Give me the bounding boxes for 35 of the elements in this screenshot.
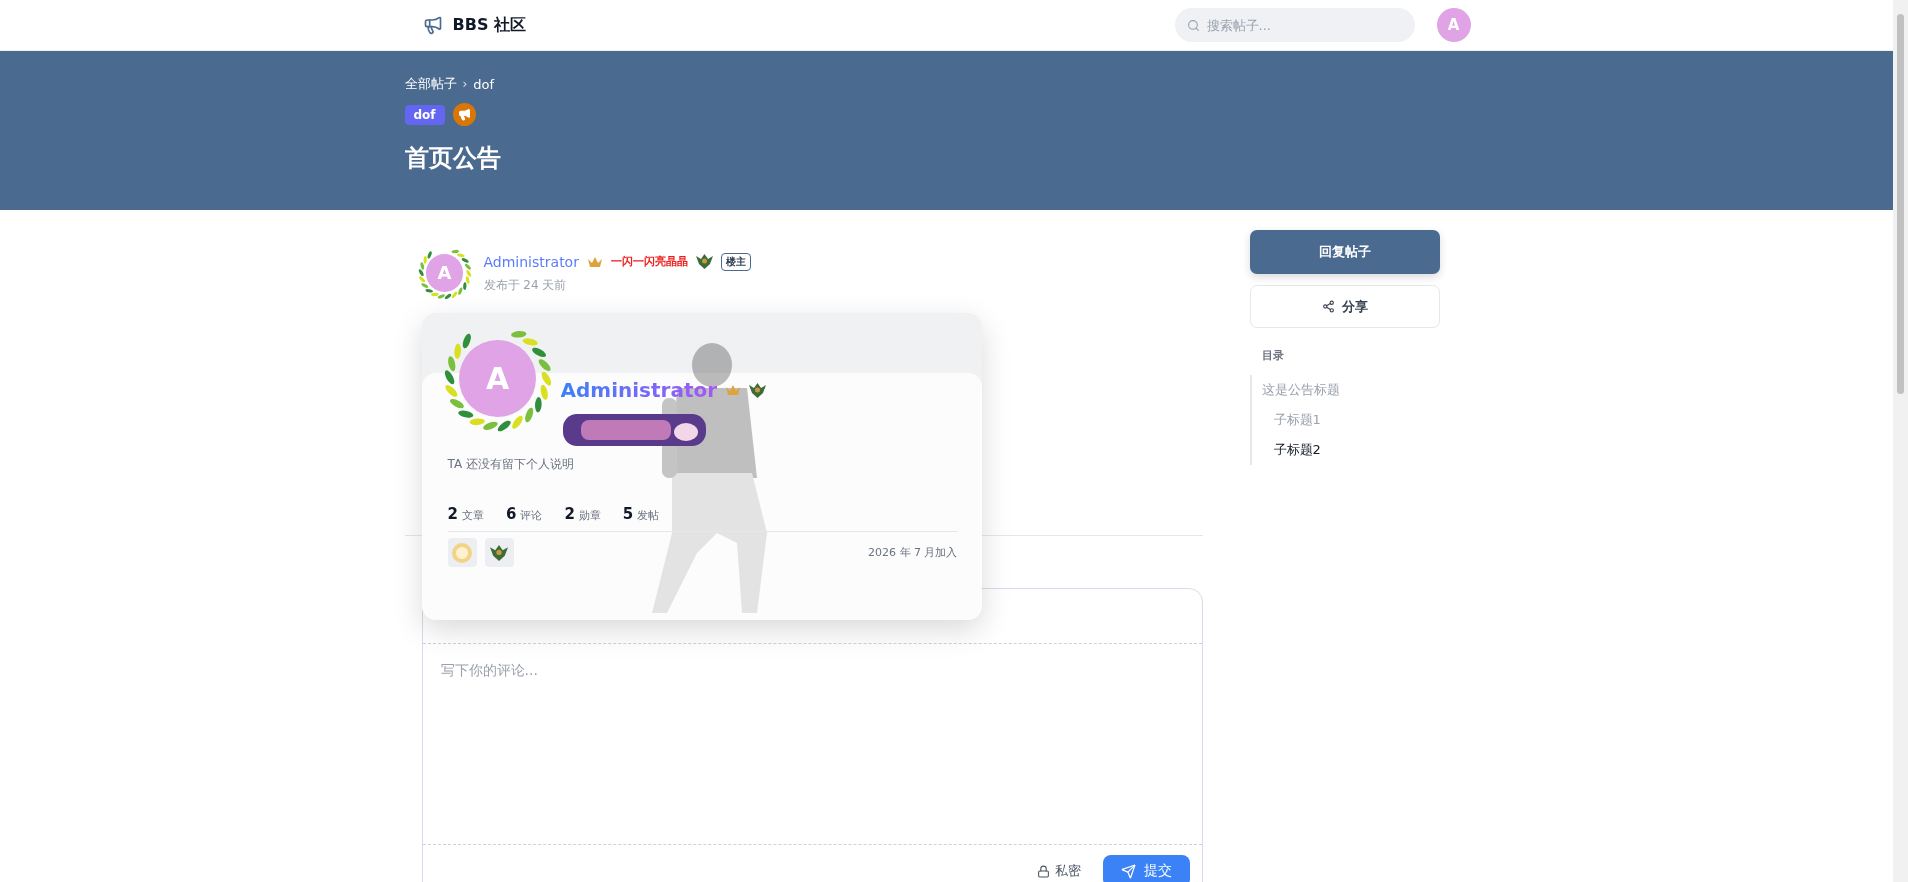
emblem-icon: [749, 382, 767, 398]
emblem-icon: [695, 254, 713, 269]
share-icon: [1321, 300, 1335, 313]
site-title[interactable]: BBS 社区: [452, 14, 526, 36]
search-field[interactable]: 搜索帖子...: [1174, 8, 1415, 42]
private-toggle[interactable]: 私密: [1030, 861, 1087, 881]
medal-icon: [484, 538, 514, 567]
toc-heading: 目录: [1261, 348, 1285, 363]
toc-item[interactable]: 子标题2: [1251, 435, 1440, 465]
post-title: 首页公告: [404, 143, 502, 174]
author-name[interactable]: Administrator: [483, 253, 579, 270]
honor-title: 一闪一闪亮晶晶: [610, 254, 688, 269]
category-tag[interactable]: dof: [404, 104, 445, 125]
reply-button[interactable]: 回复帖子: [1249, 230, 1440, 274]
medal-icon: [447, 538, 477, 567]
publish-time: 发布于 24 天前: [483, 276, 568, 294]
profile-stat: 6 评论: [505, 505, 543, 523]
breadcrumb-separator: ›: [462, 77, 468, 91]
search-icon: [1186, 19, 1200, 32]
profile-bio: TA 还没有留下个人说明: [447, 456, 575, 473]
breadcrumb-link[interactable]: dof: [473, 76, 495, 92]
crown-icon: [586, 255, 603, 268]
comment-field[interactable]: 写下你的评论... 私密 提交: [421, 588, 1203, 882]
profile-stat: 2 勋章: [564, 505, 601, 523]
join-date: 2026 年 7 月加入: [868, 545, 958, 560]
send-icon: [1120, 863, 1136, 879]
share-button[interactable]: 分享: [1249, 285, 1440, 328]
megaphone-icon: [422, 15, 443, 35]
profile-stat: 5 发帖: [622, 505, 660, 523]
lock-icon: [1036, 864, 1050, 878]
crown-icon: [725, 384, 742, 396]
submit-button[interactable]: 提交: [1102, 855, 1190, 882]
role-badge: 楼主: [720, 252, 751, 271]
breadcrumb-link[interactable]: 全部帖子: [404, 75, 457, 93]
profile-stat: 2 文章: [447, 505, 484, 523]
